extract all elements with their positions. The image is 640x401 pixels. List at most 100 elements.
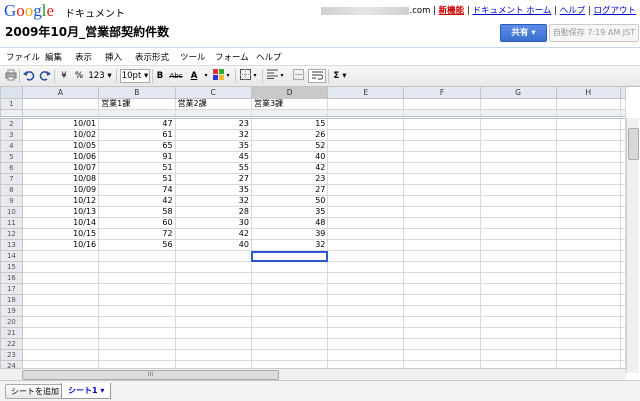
cell[interactable]: 51 <box>98 173 176 185</box>
cell[interactable]: 65 <box>98 140 176 152</box>
row-header[interactable]: 19 <box>0 305 23 317</box>
cell[interactable] <box>620 195 626 207</box>
cell[interactable] <box>174 261 252 273</box>
cell[interactable] <box>21 294 100 306</box>
cell[interactable] <box>479 117 557 130</box>
cell[interactable] <box>479 283 557 295</box>
cell[interactable] <box>327 261 405 273</box>
freeze-bar[interactable] <box>98 109 176 119</box>
cell[interactable] <box>555 338 622 350</box>
menu-file[interactable]: ファイル <box>6 51 40 63</box>
cell[interactable] <box>620 316 626 328</box>
cell[interactable] <box>403 305 481 317</box>
cell[interactable] <box>21 327 100 339</box>
cell[interactable] <box>250 327 329 339</box>
cell[interactable]: 42 <box>98 195 176 207</box>
cell[interactable] <box>174 327 252 339</box>
cell[interactable] <box>98 338 176 350</box>
cell[interactable]: 10/01 <box>21 117 100 130</box>
cell[interactable] <box>327 195 405 207</box>
freeze-bar[interactable] <box>174 109 252 119</box>
cell[interactable] <box>555 184 622 196</box>
cell[interactable] <box>620 184 626 196</box>
freeze-bar[interactable] <box>250 109 329 119</box>
row-header[interactable]: 13 <box>0 239 23 251</box>
number-format-dropdown[interactable]: 123 ▾ <box>88 69 112 83</box>
cell[interactable] <box>620 349 626 361</box>
cell[interactable] <box>403 217 481 229</box>
wrap-text-icon[interactable] <box>308 69 326 83</box>
cell[interactable]: 35 <box>174 140 252 152</box>
menu-format[interactable]: 表示形式 <box>135 51 169 63</box>
cell[interactable]: 30 <box>174 217 252 229</box>
cell[interactable] <box>403 349 481 361</box>
cell[interactable] <box>479 239 557 251</box>
cell[interactable] <box>620 327 626 339</box>
cell[interactable]: 営業2課 <box>174 98 252 110</box>
cell[interactable] <box>174 250 252 262</box>
cell[interactable]: 51 <box>98 162 176 174</box>
cell[interactable] <box>620 206 626 218</box>
cell[interactable] <box>555 98 622 110</box>
percent-button[interactable]: % <box>73 69 85 83</box>
cell[interactable] <box>555 316 622 328</box>
row-header[interactable]: 2 <box>0 117 23 130</box>
cell[interactable] <box>21 305 100 317</box>
cell[interactable]: 28 <box>174 206 252 218</box>
cell[interactable]: 91 <box>98 151 176 163</box>
cell[interactable] <box>327 349 405 361</box>
menu-tools[interactable]: ツール <box>180 51 206 63</box>
row-header[interactable]: 15 <box>0 261 23 273</box>
cell[interactable] <box>327 338 405 350</box>
cell[interactable] <box>327 283 405 295</box>
cell[interactable] <box>403 294 481 306</box>
cell[interactable] <box>555 129 622 141</box>
cell[interactable] <box>555 206 622 218</box>
row-header[interactable]: 16 <box>0 272 23 284</box>
cell[interactable] <box>327 305 405 317</box>
cell[interactable] <box>403 228 481 240</box>
docs-home-link[interactable]: ドキュメント ホーム <box>472 6 551 16</box>
cell[interactable]: 10/02 <box>21 129 100 141</box>
cell[interactable]: 55 <box>174 162 252 174</box>
cell[interactable]: 26 <box>250 129 329 141</box>
cell[interactable] <box>403 98 481 110</box>
cell[interactable] <box>620 140 626 152</box>
bold-button[interactable]: B <box>155 69 165 83</box>
chevron-down-icon[interactable]: ▾ <box>252 69 258 83</box>
cell[interactable]: 35 <box>250 206 329 218</box>
cell[interactable] <box>327 140 405 152</box>
cell[interactable] <box>327 117 405 130</box>
cell[interactable] <box>250 305 329 317</box>
cell[interactable] <box>403 117 481 130</box>
cell[interactable] <box>479 217 557 229</box>
row-header[interactable]: 22 <box>0 338 23 350</box>
cell[interactable] <box>620 250 626 262</box>
cell[interactable] <box>479 140 557 152</box>
cell[interactable] <box>479 316 557 328</box>
share-button[interactable]: 共有 ▾ <box>500 24 547 42</box>
merge-cells-icon[interactable] <box>291 69 305 83</box>
whats-new-link[interactable]: 新機能 <box>439 6 465 16</box>
freeze-bar[interactable] <box>479 109 557 119</box>
cell[interactable] <box>174 316 252 328</box>
row-header[interactable]: 7 <box>0 173 23 185</box>
row-header[interactable]: 18 <box>0 294 23 306</box>
cell[interactable] <box>403 162 481 174</box>
vertical-scrollbar[interactable] <box>626 118 639 373</box>
cell[interactable] <box>98 316 176 328</box>
chevron-down-icon[interactable]: ▾ <box>203 69 209 83</box>
row-header[interactable]: 3 <box>0 129 23 141</box>
cell[interactable] <box>21 316 100 328</box>
cell[interactable] <box>479 250 557 262</box>
cell[interactable] <box>327 327 405 339</box>
cell[interactable] <box>174 294 252 306</box>
row-header[interactable]: 4 <box>0 140 23 152</box>
column-header-d[interactable]: D <box>250 86 329 99</box>
cell[interactable] <box>98 327 176 339</box>
cell[interactable] <box>327 162 405 174</box>
freeze-divider[interactable] <box>0 109 626 119</box>
cell[interactable] <box>327 239 405 251</box>
cell[interactable] <box>479 195 557 207</box>
cell[interactable] <box>403 327 481 339</box>
